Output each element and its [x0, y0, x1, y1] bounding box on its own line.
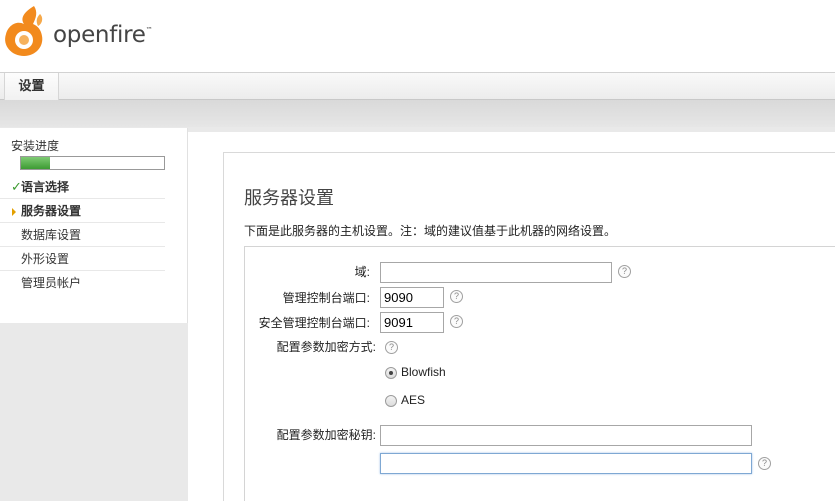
header: openfire™ — [0, 0, 835, 73]
radio-aes[interactable] — [385, 395, 397, 407]
tab-bar: 设置 — [0, 73, 835, 100]
encryption-method-help-icon[interactable]: ? — [385, 341, 398, 354]
encryption-key-confirm-input[interactable] — [380, 453, 752, 474]
radio-aes-label: AES — [401, 393, 426, 407]
sidebar-item-server-settings[interactable]: 服务器设置 — [0, 199, 165, 223]
secure-admin-port-input[interactable] — [380, 312, 444, 333]
progress-bar — [20, 156, 165, 170]
main-content: 服务器设置 下面是此服务器的主机设置。注：域的建议值基于此机器的网络设置。 域:… — [188, 132, 835, 501]
sidebar-item-label: 数据库设置 — [21, 228, 82, 242]
openfire-logo-icon — [5, 6, 43, 56]
secure-admin-port-help-icon[interactable]: ? — [450, 315, 463, 328]
sidebar-item-admin-account[interactable]: 管理员帐户 — [0, 271, 165, 295]
current-step-arrow-icon — [12, 208, 16, 216]
checkmark-icon: ✓ — [11, 179, 22, 194]
setup-sidebar: 安装进度 ✓ 语言选择 服务器设置 数据库设置 外形设置 管理员帐户 — [0, 128, 188, 323]
sidebar-item-label: 语言选择 — [21, 180, 70, 194]
tab-settings[interactable]: 设置 — [4, 73, 59, 100]
domain-help-icon[interactable]: ? — [618, 265, 631, 278]
brand-name: openfire™ — [53, 22, 153, 48]
radio-blowfish[interactable] — [385, 367, 397, 379]
encryption-key-help-icon[interactable]: ? — [758, 457, 771, 470]
admin-port-input[interactable] — [380, 287, 444, 308]
sidebar-item-appearance[interactable]: 外形设置 — [0, 247, 165, 271]
sidebar-item-label: 管理员帐户 — [21, 276, 82, 290]
sidebar-item-language[interactable]: ✓ 语言选择 — [0, 175, 165, 199]
setup-steps: ✓ 语言选择 服务器设置 数据库设置 外形设置 管理员帐户 — [0, 175, 165, 295]
encryption-key-label: 配置参数加密秘钥: — [276, 428, 376, 442]
sidebar-item-label: 服务器设置 — [21, 204, 82, 218]
sidebar-item-label: 外形设置 — [21, 252, 70, 266]
encryption-key-input[interactable] — [380, 425, 752, 446]
page-title: 服务器设置 — [244, 188, 334, 208]
admin-port-help-icon[interactable]: ? — [450, 290, 463, 303]
sub-nav-strip — [0, 100, 835, 127]
encryption-method-label: 配置参数加密方式: — [276, 340, 376, 354]
secure-admin-port-label: 安全管理控制台端口: — [258, 316, 370, 330]
page-description: 下面是此服务器的主机设置。注：域的建议值基于此机器的网络设置。 — [244, 224, 617, 238]
domain-label: 域: — [354, 265, 370, 279]
progress-title: 安装进度 — [11, 139, 60, 153]
domain-input[interactable] — [380, 262, 612, 283]
sidebar-item-database[interactable]: 数据库设置 — [0, 223, 165, 247]
progress-bar-fill — [21, 157, 50, 169]
admin-port-label: 管理控制台端口: — [282, 291, 370, 305]
radio-blowfish-label: Blowfish — [401, 365, 446, 379]
